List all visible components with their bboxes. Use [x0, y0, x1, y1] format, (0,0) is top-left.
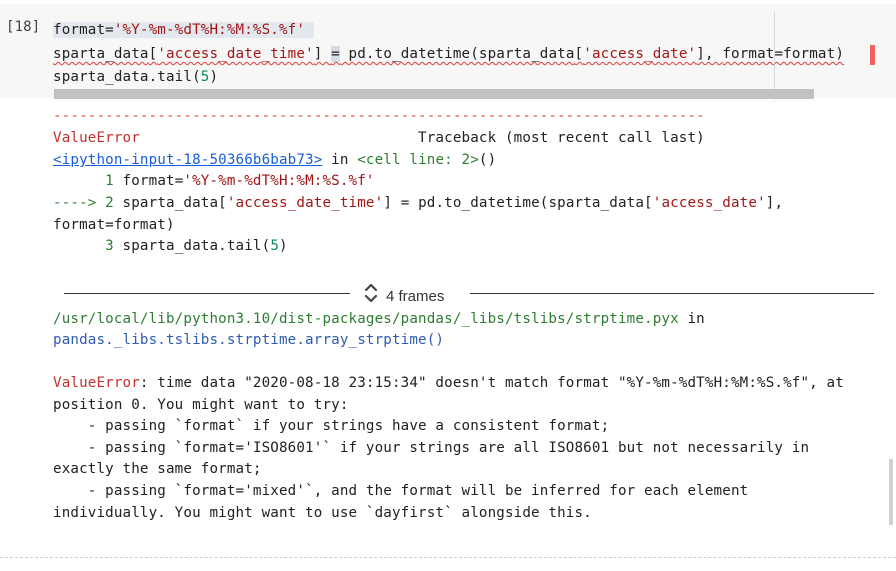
traceback-line-2: ----> 2 sparta_data['access_date_time'] … — [53, 195, 784, 211]
error-type: ValueError — [53, 375, 140, 391]
frames-rule-right — [470, 293, 874, 294]
error-message-2: position 0. You might want to try: — [53, 397, 349, 413]
horizontal-scrollbar[interactable] — [54, 89, 814, 99]
code-line-1[interactable]: format='%Y-%m-%dT%H:%M:%S.%f' — [53, 20, 314, 41]
code-line-2[interactable]: sparta_data['access_date_time'] = pd.to_… — [53, 44, 844, 65]
cell-line-ref: <cell line: 2> — [357, 152, 479, 168]
error-message-1: ValueError: time data "2020-08-18 23:15:… — [53, 375, 844, 391]
cell-separator — [0, 557, 896, 558]
code-token: format= — [53, 22, 114, 38]
traceback-line-3: 3 sparta_data.tail(5) — [53, 238, 288, 254]
execution-count: [18] — [6, 19, 41, 35]
traceback-line-1: 1 format='%Y-%m-%dT%H:%M:%S.%f' — [53, 173, 375, 189]
frames-rule-left — [64, 293, 350, 294]
traceback-location: <ipython-input-18-50366b6bab73> in <cell… — [53, 152, 497, 168]
code-cell-input[interactable]: [18] format='%Y-%m-%dT%H:%M:%S.%f' spart… — [0, 4, 896, 100]
frames-divider: 4 frames — [64, 282, 874, 306]
traceback-header: ValueError Traceback (most recent call l… — [53, 130, 705, 146]
error-arrow: ----> 2 — [53, 195, 123, 211]
frames-label: 4 frames — [386, 287, 445, 305]
error-message-4: - passing `format='ISO8601'` if your str… — [53, 440, 810, 456]
error-message-7: individually. You might want to use `day… — [53, 505, 592, 521]
traceback-rule: ----------------------------------------… — [53, 108, 705, 124]
error-message-3: - passing `format` if your strings have … — [53, 418, 610, 434]
code-string: '%Y-%m-%dT%H:%M:%S.%f' — [113, 22, 306, 38]
error-message-5: exactly the same format; — [53, 461, 262, 477]
error-underlined-code: sparta_data['access_date_time'] = pd.to_… — [53, 46, 845, 62]
ipython-input-link[interactable]: <ipython-input-18-50366b6bab73> — [53, 152, 322, 168]
chevron-expand-icon — [364, 282, 380, 312]
error-message-6: - passing `format='mixed'`, and the form… — [53, 483, 749, 499]
ruler-line — [774, 12, 775, 100]
frame-source: /usr/local/lib/python3.10/dist-packages/… — [53, 311, 705, 327]
frame-function: pandas._libs.tslibs.strptime.array_strpt… — [53, 332, 445, 348]
code-line-3[interactable]: sparta_data.tail(5) — [53, 67, 218, 88]
expand-frames-button[interactable]: 4 frames — [364, 282, 464, 306]
vertical-scrollbar[interactable] — [889, 459, 893, 525]
source-path: /usr/local/lib/python3.10/dist-packages/… — [53, 311, 679, 327]
traceback-line-2-cont: format=format) — [53, 217, 175, 233]
error-type: ValueError — [53, 130, 140, 146]
error-gutter-marker — [870, 45, 875, 65]
